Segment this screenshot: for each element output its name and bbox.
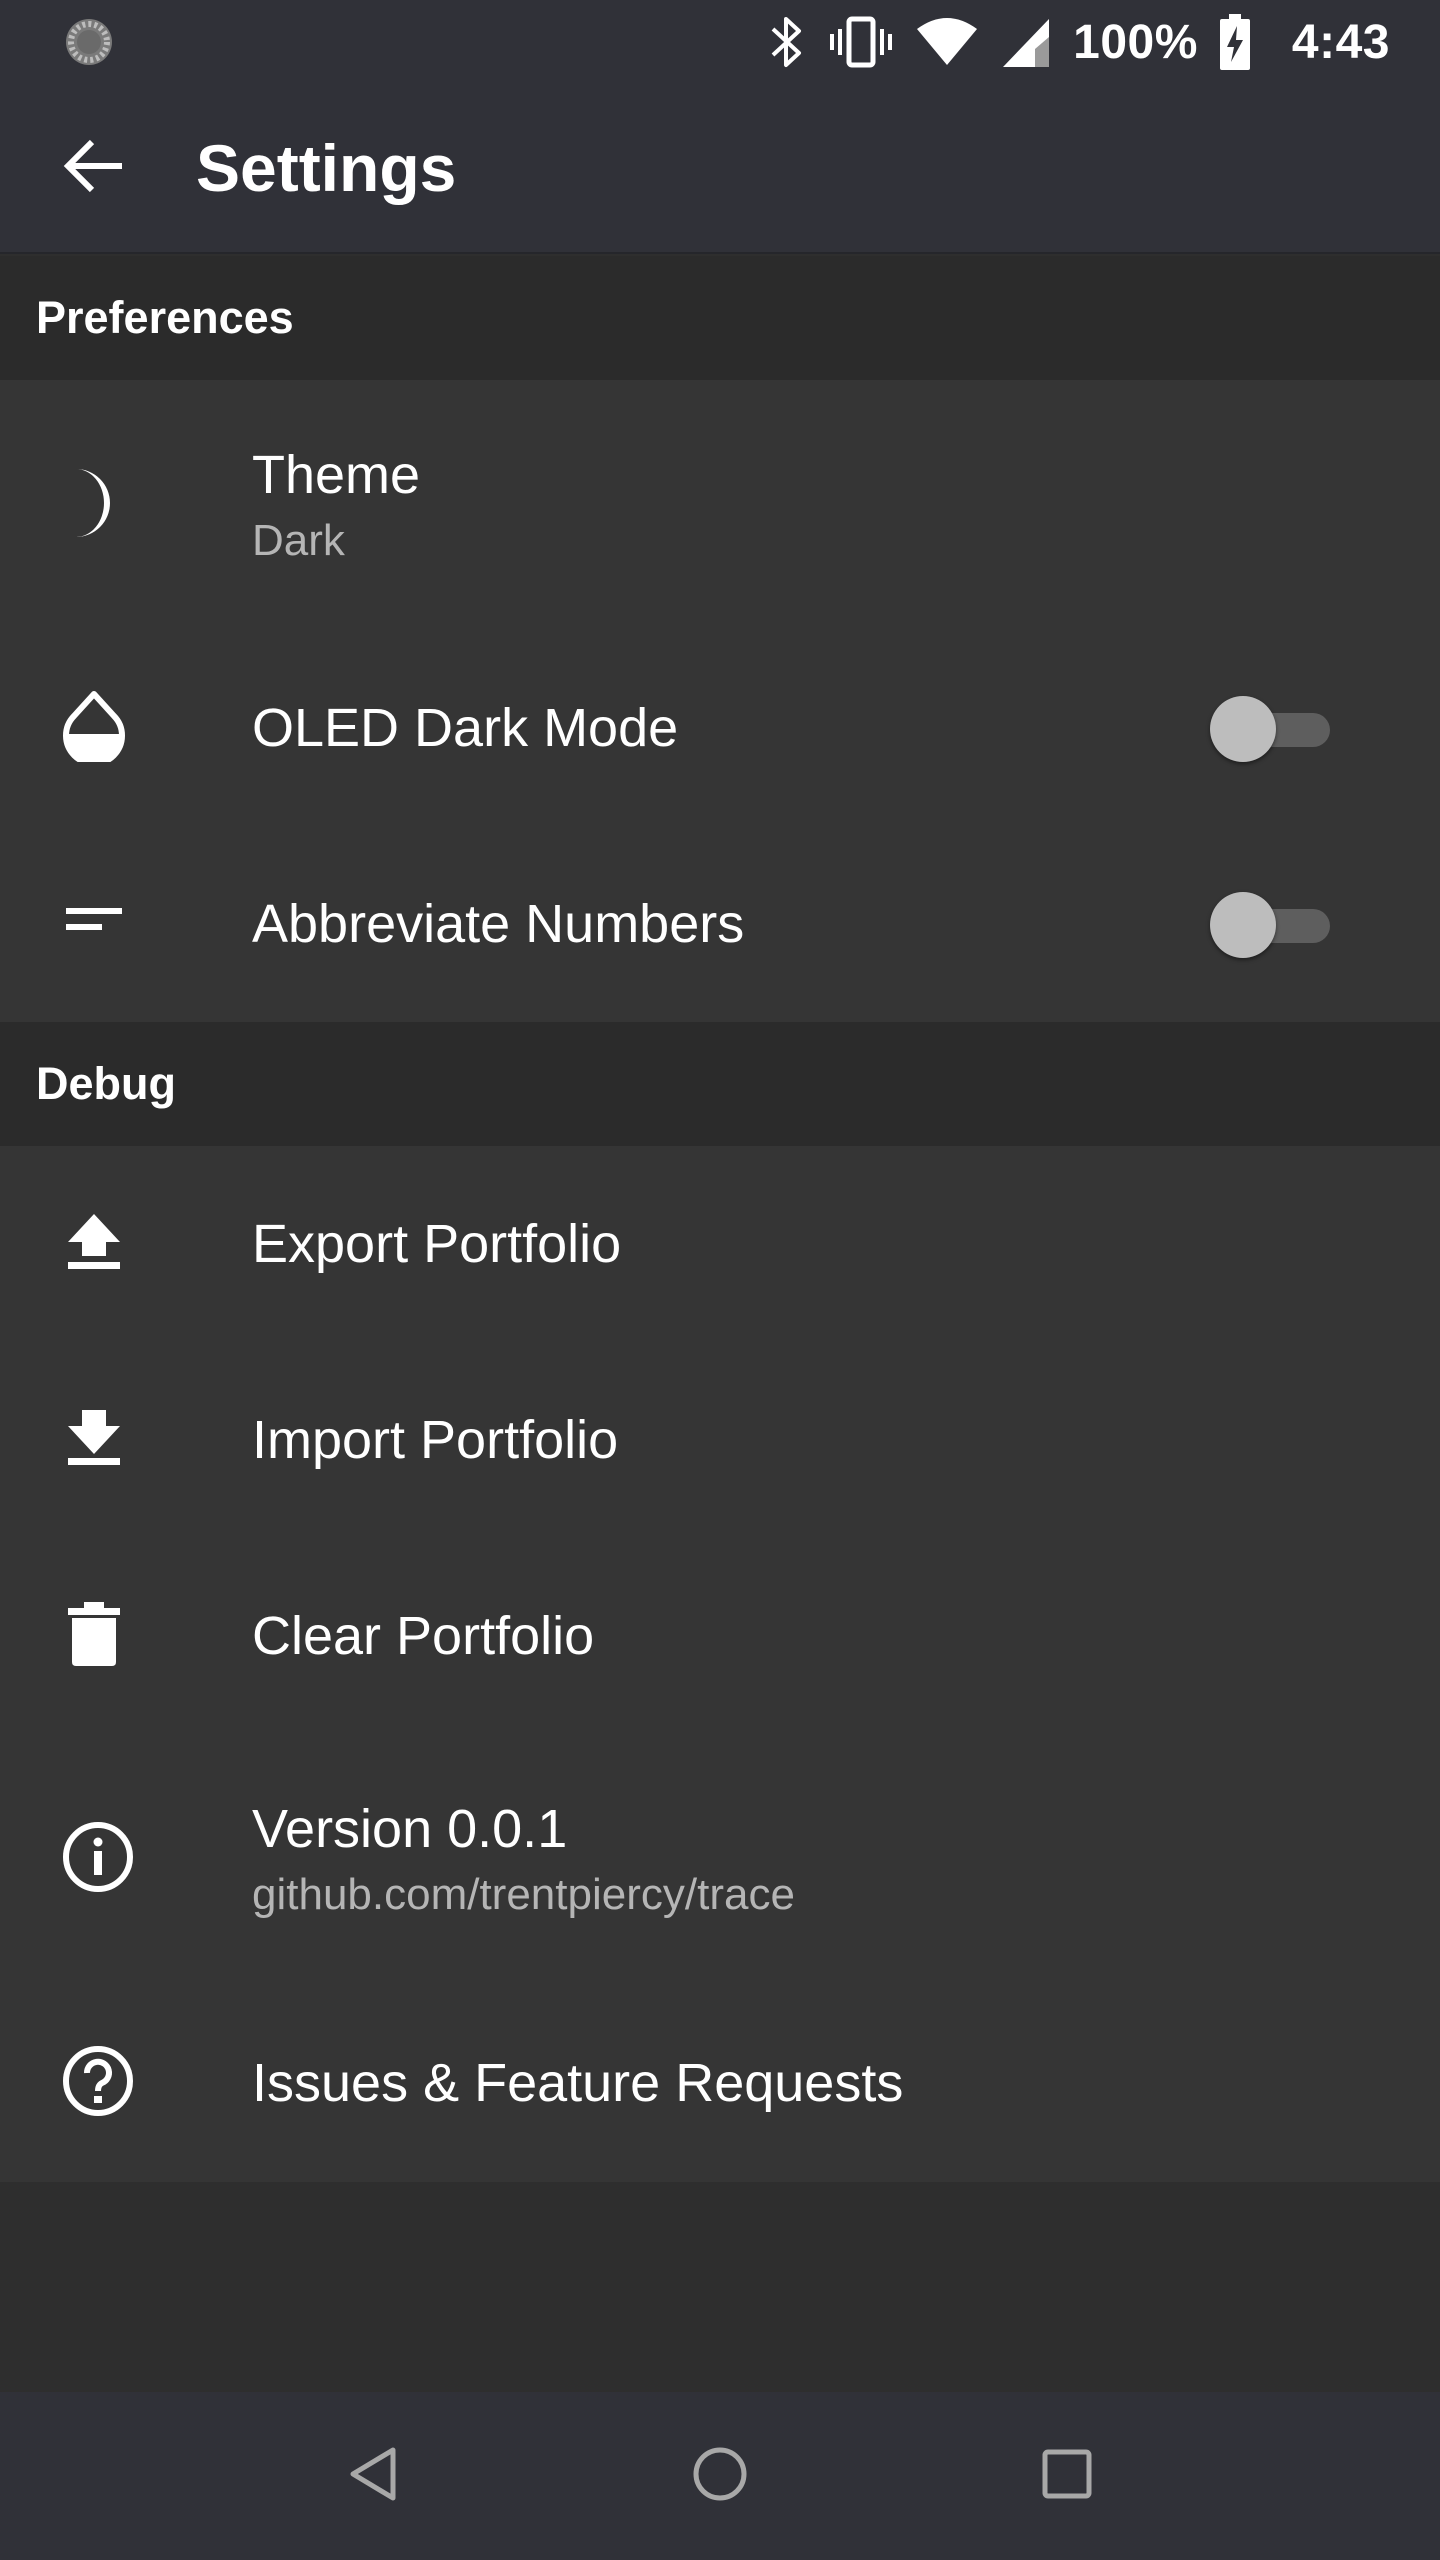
nav-home-button[interactable] bbox=[660, 2416, 780, 2536]
wifi-icon bbox=[915, 15, 979, 69]
item-subtitle: github.com/trentpiercy/trace bbox=[252, 1870, 795, 1919]
app-bar: Settings bbox=[0, 84, 1440, 254]
trash-icon bbox=[62, 1600, 126, 1673]
setting-label: Theme bbox=[252, 445, 421, 505]
upload-icon bbox=[62, 1210, 126, 1279]
clock: 4:43 bbox=[1291, 15, 1390, 69]
oled-dark-mode-setting[interactable]: OLED Dark Mode bbox=[0, 630, 1440, 826]
navigation-bar bbox=[0, 2392, 1440, 2560]
toggle-thumb bbox=[1210, 696, 1276, 762]
item-label: Issues & Feature Requests bbox=[252, 2053, 904, 2113]
oled-dark-mode-toggle[interactable] bbox=[1210, 693, 1340, 763]
settings-screen: 100% 4:43 Settings Preferences Theme Dar… bbox=[0, 0, 1440, 2560]
version-item[interactable]: Version 0.0.1 github.com/trentpiercy/tra… bbox=[0, 1734, 1440, 1984]
short-text-icon bbox=[62, 902, 126, 947]
nav-back-icon bbox=[345, 2444, 401, 2509]
preferences-group: Theme Dark OLED Dark Mode Abbreviate Num… bbox=[0, 380, 1440, 1022]
nav-recents-icon bbox=[1039, 2446, 1095, 2507]
arrow-back-icon bbox=[62, 134, 126, 203]
battery-percent: 100% bbox=[1073, 15, 1198, 69]
nav-home-icon bbox=[690, 2444, 750, 2509]
signal-icon bbox=[1001, 15, 1051, 69]
vibrate-icon bbox=[829, 15, 893, 69]
drop-icon bbox=[62, 690, 126, 767]
nav-recents-button[interactable] bbox=[1007, 2416, 1127, 2536]
abbreviate-numbers-setting[interactable]: Abbreviate Numbers bbox=[0, 826, 1440, 1022]
loading-icon bbox=[62, 15, 116, 69]
item-label: Version 0.0.1 bbox=[252, 1799, 568, 1859]
export-portfolio-item[interactable]: Export Portfolio bbox=[0, 1146, 1440, 1342]
section-header-debug: Debug bbox=[0, 1022, 1440, 1146]
toggle-thumb bbox=[1210, 892, 1276, 958]
theme-setting[interactable]: Theme Dark bbox=[0, 380, 1440, 630]
item-label: Clear Portfolio bbox=[252, 1606, 595, 1666]
debug-group: Export Portfolio Import Portfolio Clear … bbox=[0, 1146, 1440, 2182]
help-icon bbox=[62, 2045, 134, 2122]
clear-portfolio-item[interactable]: Clear Portfolio bbox=[0, 1538, 1440, 1734]
back-button[interactable] bbox=[0, 83, 196, 253]
section-title: Preferences bbox=[36, 292, 294, 343]
status-bar: 100% 4:43 bbox=[0, 0, 1440, 84]
issues-feature-requests-item[interactable]: Issues & Feature Requests bbox=[0, 1984, 1440, 2182]
nav-back-button[interactable] bbox=[313, 2416, 433, 2536]
section-header-preferences: Preferences bbox=[0, 256, 1440, 380]
bluetooth-icon bbox=[767, 15, 807, 69]
battery-charging-icon bbox=[1219, 14, 1250, 70]
setting-value: Dark bbox=[252, 516, 345, 565]
section-title: Debug bbox=[36, 1058, 176, 1109]
info-icon bbox=[62, 1821, 134, 1898]
item-label: Export Portfolio bbox=[252, 1214, 622, 1274]
item-label: Import Portfolio bbox=[252, 1410, 619, 1470]
abbreviate-numbers-toggle[interactable] bbox=[1210, 889, 1340, 959]
page-title: Settings bbox=[196, 131, 457, 205]
download-icon bbox=[62, 1406, 126, 1475]
moon-icon bbox=[62, 463, 126, 548]
import-portfolio-item[interactable]: Import Portfolio bbox=[0, 1342, 1440, 1538]
